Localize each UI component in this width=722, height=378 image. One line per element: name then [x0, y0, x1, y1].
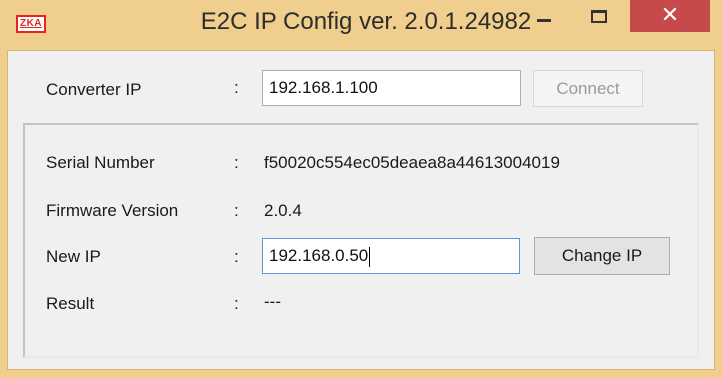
- new-ip-value: 192.168.0.50: [269, 246, 369, 265]
- connect-button[interactable]: Connect: [533, 70, 643, 107]
- text-caret: [369, 246, 371, 267]
- new-ip-colon: :: [234, 247, 239, 266]
- new-ip-input[interactable]: 192.168.0.50: [262, 238, 520, 274]
- change-ip-button[interactable]: Change IP: [534, 237, 670, 275]
- app-window: E2C IP Config ver. 2.0.1.24982 ZKA ✕ Con…: [0, 0, 722, 378]
- title-bar[interactable]: E2C IP Config ver. 2.0.1.24982 ZKA ✕: [0, 0, 722, 50]
- new-ip-label: New IP: [46, 247, 101, 266]
- firmware-version-value: 2.0.4: [264, 201, 302, 220]
- result-label: Result: [46, 294, 95, 313]
- zka-logo-icon: ZKA: [16, 15, 46, 33]
- serial-number-label: Serial Number: [46, 153, 155, 172]
- firmware-version-label: Firmware Version: [46, 201, 179, 220]
- converter-ip-label: Converter IP: [46, 80, 142, 99]
- close-button[interactable]: ✕: [630, 0, 710, 32]
- maximize-button[interactable]: [575, 0, 623, 32]
- serial-number-value: f50020c554ec05deaea8a44613004019: [264, 153, 560, 172]
- serial-number-colon: :: [234, 153, 239, 172]
- minimize-button[interactable]: [520, 0, 568, 32]
- client-area: Converter IP : 192.168.1.100 Connect Ser…: [7, 50, 715, 370]
- converter-ip-colon: :: [234, 78, 239, 97]
- firmware-version-colon: :: [234, 201, 239, 220]
- converter-ip-input[interactable]: 192.168.1.100: [262, 70, 521, 106]
- close-icon: ✕: [660, 3, 680, 28]
- result-value: ---: [264, 292, 281, 311]
- maximize-icon: [591, 9, 607, 23]
- result-colon: :: [234, 294, 239, 313]
- minimize-icon: [537, 18, 551, 22]
